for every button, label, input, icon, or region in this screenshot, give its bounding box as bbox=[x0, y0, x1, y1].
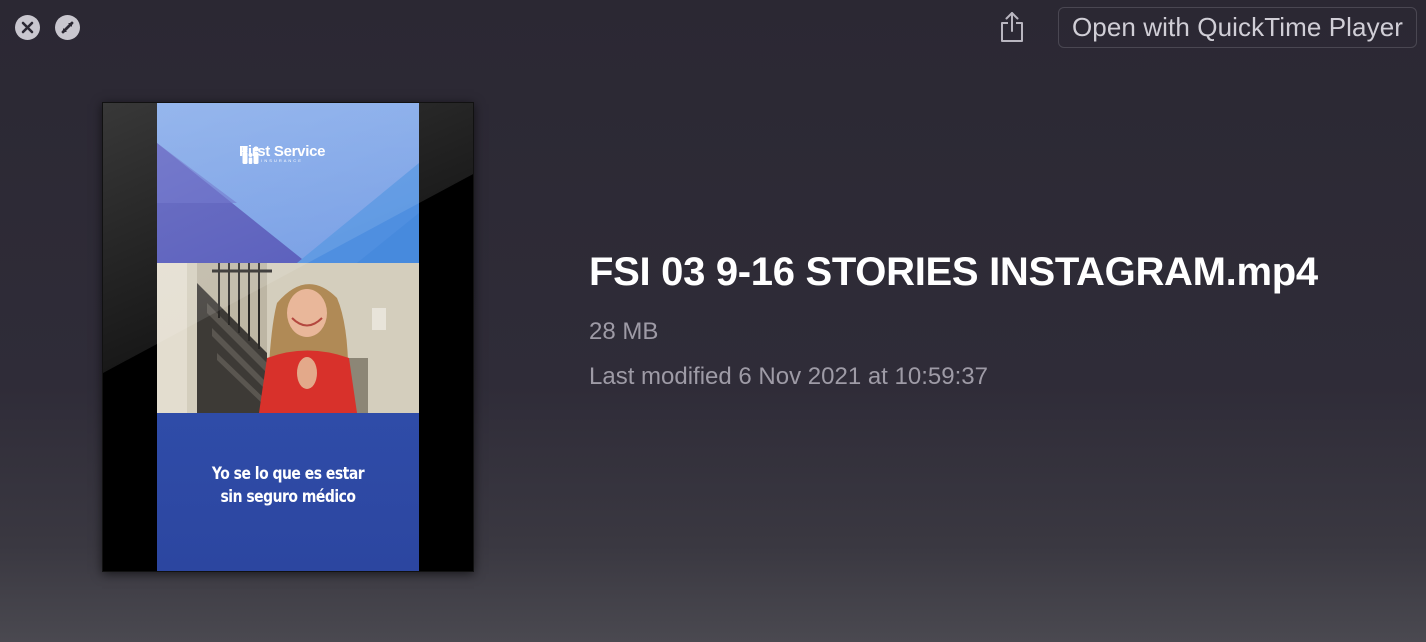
caption-line-2: sin seguro médico bbox=[220, 487, 356, 507]
video-thumbnail[interactable]: First Service INSURANCE Yo se lo que es … bbox=[102, 102, 474, 572]
video-caption: Yo se lo que es estar sin seguro médico bbox=[157, 463, 419, 509]
first-service-logo: First Service INSURANCE bbox=[239, 143, 325, 164]
video-caption-panel: Yo se lo que es estar sin seguro médico bbox=[157, 413, 419, 571]
fullscreen-button[interactable] bbox=[55, 15, 80, 40]
open-with-quicktime-button[interactable]: Open with QuickTime Player bbox=[1058, 7, 1417, 48]
video-header-panel: First Service INSURANCE bbox=[157, 103, 419, 263]
caption-line-1: Yo se lo que es estar bbox=[211, 464, 365, 484]
fullscreen-slash-icon bbox=[61, 21, 74, 34]
file-name: FSI 03 9-16 STORIES INSTAGRAM.mp4 bbox=[589, 250, 1318, 294]
video-still-photo bbox=[157, 263, 419, 413]
close-x-icon bbox=[21, 21, 34, 34]
file-modified-date: Last modified 6 Nov 2021 at 10:59:37 bbox=[589, 363, 988, 390]
close-button[interactable] bbox=[15, 15, 40, 40]
share-button[interactable] bbox=[997, 9, 1027, 45]
file-size: 28 MB bbox=[589, 318, 659, 345]
family-logo-icon bbox=[242, 146, 259, 164]
share-icon bbox=[1001, 12, 1023, 42]
video-frame: First Service INSURANCE Yo se lo que es … bbox=[157, 103, 419, 571]
